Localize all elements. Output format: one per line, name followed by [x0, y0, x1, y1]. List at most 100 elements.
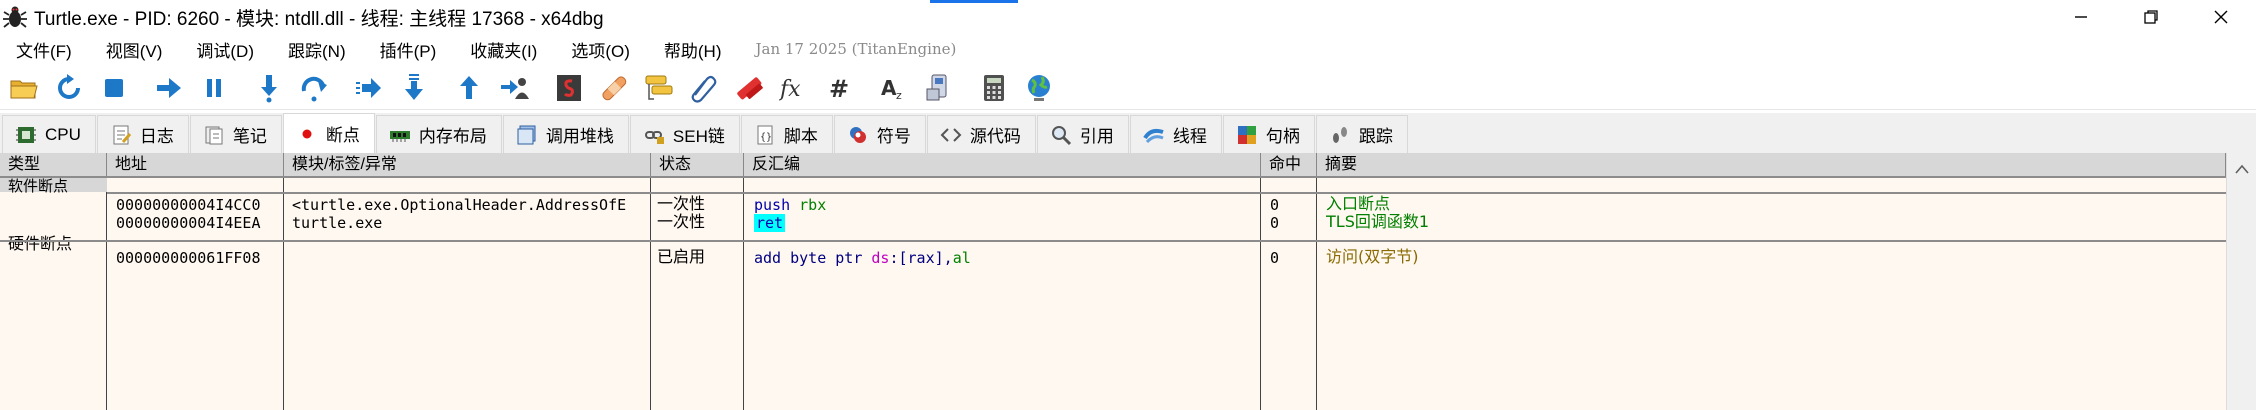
tab-call-stack[interactable]: 调用堆栈 [502, 115, 629, 153]
stop-icon [104, 78, 123, 97]
bp-summary: TLS回调函数1 [1326, 213, 1430, 231]
bp-disasm: ret [754, 214, 786, 232]
bp-state: 一次性 [657, 213, 706, 231]
pause-icon [206, 78, 221, 97]
tab-seh-chain[interactable]: SEH链 [629, 115, 740, 153]
tab-script[interactable]: {} 脚本 [740, 115, 833, 153]
bp-address: 00000000004I4EEA [116, 214, 261, 232]
restore-icon [2144, 10, 2158, 24]
step-into-icon [260, 74, 277, 102]
patch-button[interactable] [596, 70, 631, 106]
symbols-icon [849, 126, 866, 143]
asm-mnemonic: push [754, 196, 791, 214]
toolbar: fx # Az [0, 66, 2256, 110]
step-over-button[interactable] [296, 70, 331, 106]
svg-text:#: # [829, 75, 849, 103]
close-button[interactable] [2186, 0, 2256, 34]
bp-disasm: push rbx [754, 196, 826, 214]
comments-icon [645, 75, 672, 100]
tab-handles[interactable]: 句柄 [1222, 115, 1315, 153]
tab-source[interactable]: 源代码 [926, 115, 1036, 153]
restore-button[interactable] [2116, 0, 2186, 34]
menu-view[interactable]: 视图(V) [106, 37, 163, 62]
bp-summary: 访问(双字节) [1326, 248, 1419, 266]
section-hardware-breakpoints: 硬件断点 [8, 236, 73, 253]
bp-hits: 0 [1270, 214, 1280, 232]
open-button[interactable] [6, 70, 41, 106]
memory-map-button[interactable] [921, 70, 956, 106]
cpu-icon [16, 126, 36, 143]
tab-script-label: 脚本 [783, 127, 818, 146]
tab-symbols[interactable]: 符号 [833, 115, 926, 153]
functions-button[interactable]: fx [776, 70, 811, 106]
svg-text:z: z [896, 89, 902, 102]
title-accent [930, 0, 1018, 3]
column-header-summary[interactable]: 摘要 [1317, 153, 2226, 176]
tab-breakpoints-label: 断点 [325, 126, 360, 145]
section-software-breakpoints: 软件断点 [8, 178, 69, 195]
labels-button[interactable] [686, 70, 721, 106]
scroll-up-icon[interactable] [2234, 163, 2250, 175]
tab-notes[interactable]: 笔记 [189, 115, 282, 153]
column-header-address[interactable]: 地址 [107, 153, 284, 176]
menu-debug[interactable]: 调试(D) [196, 37, 254, 62]
menu-plugins[interactable]: 插件(P) [380, 37, 437, 62]
scylla-button[interactable] [551, 70, 586, 106]
tab-cpu[interactable]: CPU [2, 115, 96, 153]
menu-options[interactable]: 选项(O) [571, 37, 630, 62]
bookmarks-button[interactable] [731, 70, 766, 106]
column-header-state[interactable]: 状态 [651, 153, 744, 176]
asm-operand: rbx [799, 196, 827, 214]
font-icon: Az [881, 76, 902, 102]
close-icon [2214, 10, 2228, 24]
calculator-button[interactable] [976, 70, 1011, 106]
trace-into-button[interactable] [351, 70, 386, 106]
bookmarks-icon [736, 76, 763, 99]
tab-call-stack-label: 调用堆栈 [545, 127, 614, 146]
restart-button[interactable] [51, 70, 86, 106]
trace-over-button[interactable] [396, 70, 431, 106]
source-icon [940, 127, 962, 142]
menu-help[interactable]: 帮助(H) [664, 37, 722, 62]
menu-favourites[interactable]: 收藏夹(I) [470, 37, 537, 62]
menu-file[interactable]: 文件(F) [16, 37, 72, 62]
asm-register-operand: al [952, 249, 971, 267]
bp-hits: 0 [1270, 196, 1280, 214]
font-button[interactable]: Az [876, 70, 911, 106]
tab-threads-label: 线程 [1172, 127, 1207, 146]
notes-icon [205, 126, 223, 144]
menu-trace[interactable]: 跟踪(N) [288, 37, 346, 62]
bp-state: 已启用 [657, 248, 706, 266]
column-header-module[interactable]: 模块/标签/异常 [284, 153, 651, 176]
bug-icon [3, 6, 27, 28]
hash-button[interactable]: # [821, 70, 856, 106]
column-header-disassembly[interactable]: 反汇编 [744, 153, 1261, 176]
column-header-hits[interactable]: 命中 [1261, 153, 1317, 176]
tab-trace[interactable]: 跟踪 [1315, 115, 1408, 153]
column-header-type[interactable]: 类型 [0, 153, 107, 176]
vertical-scrollbar[interactable] [2226, 153, 2256, 410]
tab-breakpoints[interactable]: 断点 [282, 113, 375, 153]
tab-threads[interactable]: 线程 [1129, 115, 1222, 153]
tab-references[interactable]: 引用 [1036, 115, 1129, 153]
step-into-button[interactable] [251, 70, 286, 106]
execute-till-return-button[interactable] [451, 70, 486, 106]
web-button[interactable] [1021, 70, 1056, 106]
tab-log[interactable]: 日志 [96, 115, 189, 153]
breakpoints-table[interactable]: 类型 地址 模块/标签/异常 状态 反汇编 命中 摘要 软件断点 硬件断点 00… [0, 153, 2226, 410]
asm-mnemonic: ret [754, 214, 786, 232]
breakpoint-icon [302, 129, 312, 138]
bp-hits: 0 [1270, 249, 1280, 267]
tab-memory-map[interactable]: 内存布局 [375, 115, 502, 153]
tab-notes-label: 笔记 [232, 127, 267, 146]
bp-module: <turtle.exe.OptionalHeader.AddressOfE [292, 196, 627, 214]
run-button[interactable] [151, 70, 186, 106]
comments-button[interactable] [641, 70, 676, 106]
minimize-button[interactable] [2046, 0, 2116, 34]
run-to-user-code-button[interactable] [496, 70, 531, 106]
tab-handles-label: 句柄 [1265, 127, 1300, 146]
tab-memory-map-label: 内存布局 [418, 127, 487, 146]
pause-button[interactable] [196, 70, 231, 106]
bp-state: 一次性 [657, 195, 706, 213]
stop-button[interactable] [96, 70, 131, 106]
